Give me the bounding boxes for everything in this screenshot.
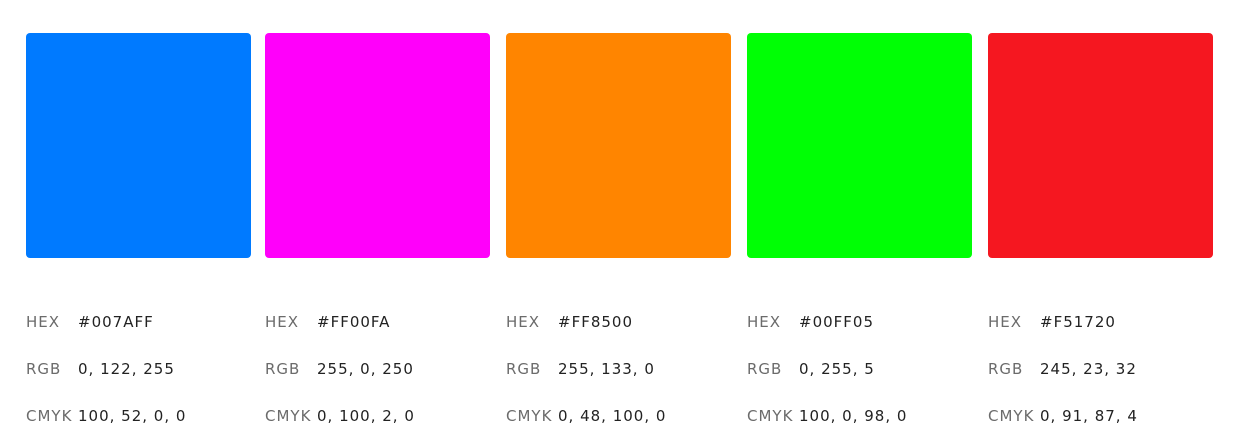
cmyk-row: CMYK 0, 91, 87, 4 <box>988 392 1214 439</box>
color-swatch <box>506 33 731 258</box>
cmyk-value: 100, 52, 0, 0 <box>78 406 187 425</box>
hex-label: HEX <box>988 312 1023 331</box>
hex-label: HEX <box>506 312 541 331</box>
rgb-row: RGB 0, 122, 255 <box>26 345 252 392</box>
rgb-value: 255, 133, 0 <box>558 359 655 378</box>
cmyk-value: 0, 91, 87, 4 <box>1040 406 1138 425</box>
color-specs: HEX #F51720 RGB 245, 23, 32 CMYK 0, 91, … <box>988 298 1214 439</box>
rgb-row: RGB 245, 23, 32 <box>988 345 1214 392</box>
rgb-label: RGB <box>265 359 301 378</box>
color-specs: HEX #007AFF RGB 0, 122, 255 CMYK 100, 52… <box>26 298 252 439</box>
rgb-row: RGB 255, 133, 0 <box>506 345 732 392</box>
color-swatch <box>265 33 490 258</box>
hex-value: #F51720 <box>1040 312 1116 331</box>
color-swatch <box>26 33 251 258</box>
color-card-3: HEX #FF8500 RGB 255, 133, 0 CMYK 0, 48, … <box>506 33 732 439</box>
color-card-4: HEX #00FF05 RGB 0, 255, 5 CMYK 100, 0, 9… <box>747 33 973 439</box>
rgb-row: RGB 255, 0, 250 <box>265 345 491 392</box>
rgb-row: RGB 0, 255, 5 <box>747 345 973 392</box>
color-specs: HEX #FF00FA RGB 255, 0, 250 CMYK 0, 100,… <box>265 298 491 439</box>
rgb-value: 0, 122, 255 <box>78 359 175 378</box>
rgb-value: 0, 255, 5 <box>799 359 875 378</box>
hex-row: HEX #FF00FA <box>265 298 491 345</box>
hex-row: HEX #007AFF <box>26 298 252 345</box>
cmyk-value: 0, 100, 2, 0 <box>317 406 415 425</box>
hex-label: HEX <box>265 312 300 331</box>
cmyk-row: CMYK 100, 52, 0, 0 <box>26 392 252 439</box>
cmyk-value: 0, 48, 100, 0 <box>558 406 667 425</box>
color-specs: HEX #FF8500 RGB 255, 133, 0 CMYK 0, 48, … <box>506 298 732 439</box>
hex-value: #FF8500 <box>558 312 633 331</box>
color-card-2: HEX #FF00FA RGB 255, 0, 250 CMYK 0, 100,… <box>265 33 491 439</box>
rgb-label: RGB <box>747 359 783 378</box>
rgb-label: RGB <box>506 359 542 378</box>
color-card-1: HEX #007AFF RGB 0, 122, 255 CMYK 100, 52… <box>26 33 252 439</box>
hex-label: HEX <box>26 312 61 331</box>
cmyk-label: CMYK <box>747 406 794 425</box>
cmyk-label: CMYK <box>988 406 1035 425</box>
rgb-value: 245, 23, 32 <box>1040 359 1137 378</box>
hex-value: #FF00FA <box>317 312 391 331</box>
cmyk-label: CMYK <box>506 406 553 425</box>
rgb-value: 255, 0, 250 <box>317 359 414 378</box>
hex-value: #00FF05 <box>799 312 874 331</box>
hex-row: HEX #FF8500 <box>506 298 732 345</box>
hex-value: #007AFF <box>78 312 154 331</box>
color-palette: HEX #007AFF RGB 0, 122, 255 CMYK 100, 52… <box>0 0 1241 444</box>
hex-row: HEX #00FF05 <box>747 298 973 345</box>
cmyk-row: CMYK 0, 48, 100, 0 <box>506 392 732 439</box>
rgb-label: RGB <box>988 359 1024 378</box>
cmyk-label: CMYK <box>26 406 73 425</box>
cmyk-row: CMYK 0, 100, 2, 0 <box>265 392 491 439</box>
hex-row: HEX #F51720 <box>988 298 1214 345</box>
color-specs: HEX #00FF05 RGB 0, 255, 5 CMYK 100, 0, 9… <box>747 298 973 439</box>
color-swatch <box>988 33 1213 258</box>
hex-label: HEX <box>747 312 782 331</box>
rgb-label: RGB <box>26 359 62 378</box>
cmyk-row: CMYK 100, 0, 98, 0 <box>747 392 973 439</box>
color-card-5: HEX #F51720 RGB 245, 23, 32 CMYK 0, 91, … <box>988 33 1214 439</box>
cmyk-label: CMYK <box>265 406 312 425</box>
cmyk-value: 100, 0, 98, 0 <box>799 406 908 425</box>
color-swatch <box>747 33 972 258</box>
